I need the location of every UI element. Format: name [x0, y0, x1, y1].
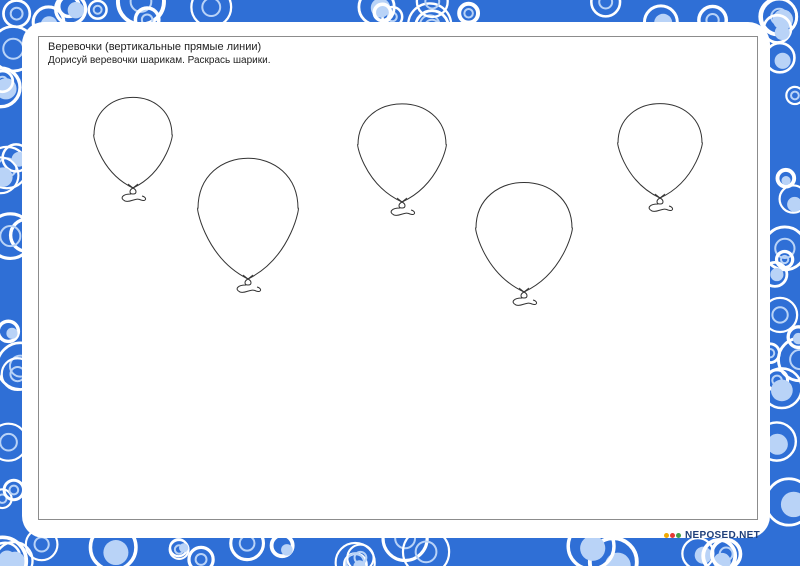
- balloon: [475, 182, 573, 306]
- balloon: [197, 157, 299, 293]
- balloon: [357, 103, 447, 216]
- balloon-body: [475, 182, 573, 293]
- balloon-knot: [390, 197, 416, 216]
- balloon-body: [357, 103, 447, 203]
- brand-logo: NEPOSED.NET: [664, 530, 760, 541]
- balloon-knot: [121, 183, 147, 202]
- balloon: [93, 96, 173, 202]
- balloon-knot: [648, 193, 674, 212]
- balloons-illustration: [93, 96, 703, 306]
- balloon-body: [197, 157, 299, 280]
- balloon-knot: [236, 274, 262, 293]
- brand-name: NEPOSED.NET: [685, 530, 760, 541]
- logo-dots-icon: [664, 533, 681, 538]
- balloon: [617, 103, 703, 212]
- balloon-body: [617, 103, 703, 199]
- balloon-body: [93, 96, 173, 189]
- balloon-knot: [512, 287, 538, 306]
